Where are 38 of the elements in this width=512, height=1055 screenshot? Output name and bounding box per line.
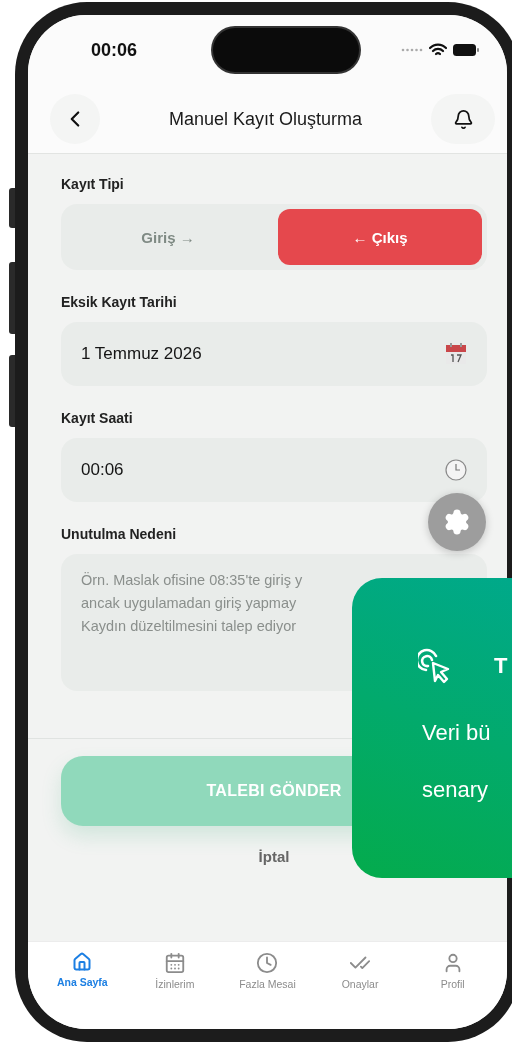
phone-side-key: [9, 188, 15, 228]
record-type-option[interactable]: ← Çıkış: [278, 209, 482, 265]
wifi-icon: [429, 43, 447, 57]
card-title: T: [494, 653, 508, 679]
signal-icon: [401, 48, 423, 52]
field-label: Eksik Kayıt Tarihi: [61, 294, 178, 310]
time-field[interactable]: 00:06: [61, 438, 487, 502]
tab-item[interactable]: Fazla Mesai: [221, 952, 314, 998]
phone-side-key: [9, 262, 15, 334]
record-type-option[interactable]: Giriş →: [66, 209, 270, 265]
placeholder-text: Kaydın düzeltilmesini talep ediyor: [81, 617, 298, 636]
notifications-button[interactable]: [431, 94, 495, 144]
tab-item[interactable]: İzinlerim: [128, 952, 222, 998]
tab-item[interactable]: Ana Sayfa: [36, 952, 129, 998]
page-title: Manuel Kayıt Oluşturma: [167, 108, 364, 130]
click-pointer-icon: [418, 648, 452, 684]
placeholder-text: Örn. Maslak ofisine 08:35'te giriş y: [81, 571, 304, 590]
tab-item[interactable]: Onaylar: [313, 952, 407, 998]
calendar-icon: [163, 952, 186, 974]
card-text: senary: [422, 776, 490, 804]
battery-icon: [453, 44, 479, 56]
date-field[interactable]: 1 Temmuz 2026: [61, 322, 487, 386]
settings-icon: [443, 508, 471, 536]
phone-side-key: [9, 355, 15, 427]
field-label: Unutulma Nedeni: [61, 526, 178, 542]
back-button[interactable]: [50, 94, 100, 144]
placeholder-text: ancak uygulamadan giriş yapmay: [81, 594, 298, 613]
bell-icon: [452, 108, 474, 130]
status-time: 00:06: [91, 39, 139, 61]
calendar-icon: [445, 343, 467, 365]
card-text: Veri bü: [422, 719, 492, 747]
tab-item[interactable]: Profil: [406, 952, 499, 998]
cancel-link[interactable]: İptal: [258, 848, 290, 865]
clock-icon: [256, 952, 279, 974]
clock-icon: [445, 459, 467, 481]
field-label: Kayıt Tipi: [61, 176, 125, 192]
home-icon: [72, 952, 93, 972]
field-label: Kayıt Saati: [61, 410, 134, 426]
